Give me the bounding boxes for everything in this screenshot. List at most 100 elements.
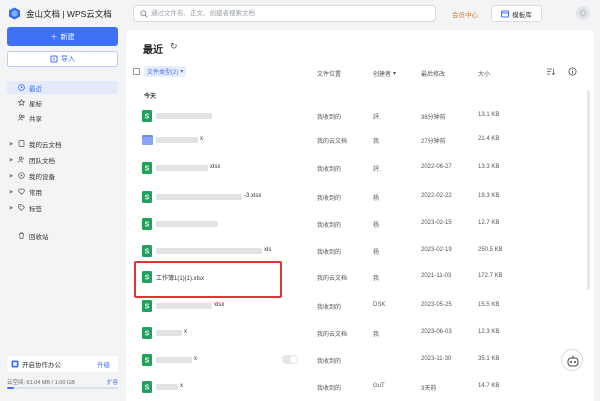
- table-row[interactable]: S xlsx 我收到的 DSK 2023-05-25 15.5 KB: [126, 296, 594, 318]
- spreadsheet-icon: S: [142, 300, 152, 312]
- search-box[interactable]: [133, 5, 436, 22]
- top-bar: 金山文档 | WPS云文档 会员中心 模板库: [0, 0, 600, 27]
- storage-text: 云空间: 61.04 MB / 1.00 GB: [7, 380, 75, 386]
- refresh-icon[interactable]: ↻: [170, 41, 178, 52]
- sidebar-item-label: 我的设备: [29, 173, 55, 181]
- svg-text:S: S: [145, 166, 150, 173]
- redacted-filename: [156, 303, 212, 309]
- new-button[interactable]: ＋ 新建: [7, 27, 118, 46]
- spreadsheet-icon: S: [142, 327, 152, 339]
- member-center-link[interactable]: 会员中心: [452, 9, 478, 19]
- spreadsheet-icon: S: [142, 218, 152, 230]
- import-button[interactable]: 导入: [7, 51, 118, 67]
- file-name: x: [180, 383, 183, 389]
- file-size: 172.7 KB: [478, 273, 503, 279]
- table-row[interactable]: S xls 我收到的 杨 2023-02-19 250.5 KB: [126, 241, 594, 263]
- table-row[interactable]: S -3.xlsx 我收到的 杨 2022-02-22 19.3 KB: [126, 187, 594, 209]
- file-name: x: [194, 356, 197, 362]
- file-location: 我收到的: [317, 167, 342, 173]
- redacted-filename: [156, 165, 208, 171]
- file-creator: 評.: [373, 115, 381, 121]
- select-all-checkbox[interactable]: [133, 68, 140, 75]
- spreadsheet-icon: S: [142, 381, 152, 393]
- expand-storage-link[interactable]: 扩容: [107, 378, 118, 386]
- file-modified: 2023-05-25: [421, 302, 452, 308]
- brand-title: 金山文档 | WPS云文档: [26, 9, 112, 19]
- file-type-filter[interactable]: 文件类型(2) ▾: [144, 66, 187, 77]
- table-row[interactable]: S 我收到的 杨 2023-02-15 12.7 KB: [126, 214, 594, 236]
- table-row[interactable]: S 我收到的 評. 38分钟前 13.1 KB: [126, 106, 594, 128]
- sidebar-item-shared[interactable]: 共享: [7, 111, 118, 124]
- sidebar-item-team-docs[interactable]: ▶ 团队文档: [7, 153, 118, 166]
- file-modified: 2022-02-22: [421, 193, 452, 199]
- file-location: 我收到的: [317, 250, 342, 256]
- caret-right-icon[interactable]: ▶: [7, 189, 16, 195]
- caret-right-icon[interactable]: ▶: [7, 205, 16, 211]
- share-icon: [16, 114, 26, 121]
- svg-text:S: S: [145, 304, 150, 311]
- file-name: -3.xlsx: [244, 193, 262, 199]
- sidebar-item-my-cloud-docs[interactable]: ▶ 我的云文档: [7, 137, 118, 150]
- trash-icon: [16, 232, 26, 239]
- sidebar: ＋ 新建 导入 最近 星标 共享 ▶ 我的云文档 ▶ 团队文档 ▶ 我的设备 ▶…: [0, 27, 124, 401]
- column-header-creator[interactable]: 创建者 ▾: [373, 67, 396, 79]
- redacted-filename: [156, 330, 182, 336]
- collab-toggle[interactable]: [282, 355, 298, 364]
- cloud-doc-icon: [16, 140, 26, 147]
- template-library-button[interactable]: 模板库: [491, 5, 542, 22]
- redacted-filename: [156, 194, 242, 200]
- file-size: 15.5 KB: [478, 302, 500, 308]
- info-icon[interactable]: [568, 67, 577, 76]
- storage-bar-fill: [7, 387, 14, 389]
- table-row[interactable]: S x 我的云文档 我 2023-06-03 12.3 KB: [126, 323, 594, 345]
- svg-text:S: S: [145, 249, 150, 256]
- sort-settings-icon[interactable]: [546, 67, 555, 76]
- sidebar-item-starred[interactable]: 星标: [7, 96, 118, 109]
- table-row[interactable]: S x 我收到的 2023-11-30 35.1 KB: [126, 350, 594, 372]
- table-row[interactable]: S x 我收到的 GuT 3天前 14.7 KB: [126, 377, 594, 399]
- caret-right-icon[interactable]: ▶: [7, 157, 16, 163]
- file-size: 35.1 KB: [478, 356, 500, 362]
- tag-icon: [16, 204, 26, 211]
- file-type-filter-label: 文件类型(2): [147, 70, 179, 76]
- caret-right-icon[interactable]: ▶: [7, 141, 16, 147]
- search-input[interactable]: [151, 6, 431, 21]
- storage-info: 云空间: 61.04 MB / 1.00 GB 扩容: [7, 378, 118, 386]
- file-size: 14.7 KB: [478, 383, 500, 389]
- assistant-bot-button[interactable]: [561, 349, 583, 371]
- redacted-filename: [156, 221, 218, 227]
- sidebar-item-frequent[interactable]: ▶ 常用: [7, 185, 118, 198]
- redacted-filename: [156, 357, 192, 363]
- highlight-box: [134, 261, 282, 298]
- file-name: xlsx: [210, 164, 221, 170]
- caret-right-icon[interactable]: ▶: [7, 173, 16, 179]
- file-location: 我收到的: [317, 115, 342, 121]
- file-modified: 2023-02-19: [421, 247, 452, 253]
- file-location: 我的云文档: [317, 332, 348, 338]
- svg-text:S: S: [145, 114, 150, 121]
- template-icon: [501, 10, 510, 17]
- collab-icon: [11, 360, 19, 368]
- sidebar-item-my-devices[interactable]: ▶ 我的设备: [7, 169, 118, 182]
- sidebar-item-tags[interactable]: ▶ 标签: [7, 201, 118, 214]
- creator-header-label: 创建者: [373, 71, 392, 78]
- file-size: 13.3 KB: [478, 164, 500, 170]
- sidebar-item-label: 回收站: [29, 233, 49, 241]
- upgrade-link[interactable]: 升级: [97, 359, 110, 369]
- file-location: 我收到的: [317, 386, 342, 392]
- file-creator: 我: [373, 276, 380, 282]
- file-name: x: [184, 329, 187, 335]
- sidebar-item-trash[interactable]: 回收站: [7, 229, 118, 242]
- column-header-location: 文件位置: [317, 71, 342, 78]
- collab-banner[interactable]: 开启协作办公 升级: [7, 356, 118, 372]
- table-row[interactable]: S xlsx 我收到的 評. 2022-06-27 13.3 KB: [126, 158, 594, 180]
- sidebar-item-recent[interactable]: 最近: [7, 81, 118, 94]
- file-size: 13.1 KB: [478, 112, 500, 118]
- file-creator: 杨: [373, 223, 380, 229]
- spreadsheet-icon: S: [142, 245, 152, 257]
- page-title: 最近: [143, 45, 163, 56]
- file-modified: 2022-06-27: [421, 164, 452, 170]
- table-row[interactable]: x 我的云文档 我 27分钟前 21.4 KB: [126, 130, 594, 152]
- file-size: 250.5 KB: [478, 247, 503, 253]
- user-avatar[interactable]: [576, 6, 590, 20]
